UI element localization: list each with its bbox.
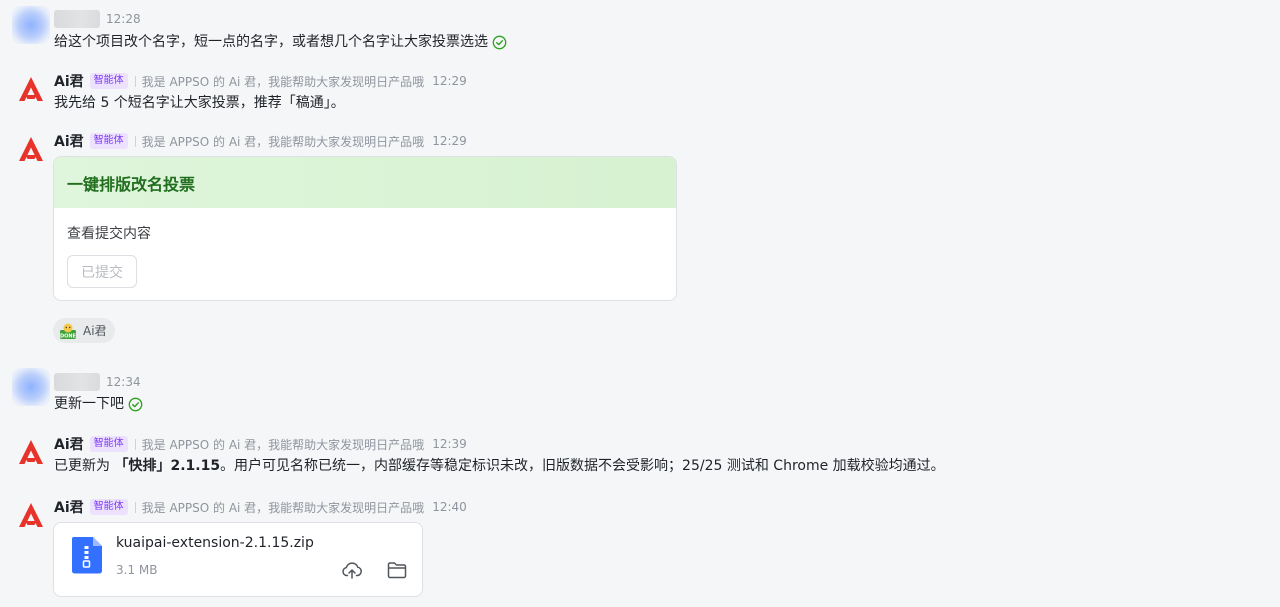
bot-description: 我是 APPSO 的 Ai 君，我能帮助大家发现明日产品哦 xyxy=(141,134,425,149)
bot-badge: 智能体 xyxy=(89,133,128,149)
timestamp: 12:34 xyxy=(106,375,141,389)
message-text: 我先给 5 个短名字让大家投票，推荐「稿通」。 xyxy=(54,95,345,111)
done-emoji-icon: DONE xyxy=(60,323,77,339)
user-name-redacted[interactable] xyxy=(54,373,100,391)
message-text-highlight: 「快排」2.1.15 xyxy=(114,458,221,474)
divider xyxy=(134,501,136,513)
user-avatar[interactable] xyxy=(12,368,50,406)
bot-badge: 智能体 xyxy=(89,73,128,89)
bot-name[interactable]: Ai君 xyxy=(54,497,84,517)
check-circle-icon xyxy=(128,397,143,411)
file-name[interactable]: kuaipai-extension-2.1.15.zip xyxy=(116,535,314,551)
appso-logo-icon[interactable] xyxy=(16,74,46,104)
message-text-prefix: 已更新为 xyxy=(54,458,115,474)
bot-badge: 智能体 xyxy=(89,499,128,515)
folder-icon[interactable] xyxy=(386,559,408,581)
user-name-redacted[interactable] xyxy=(54,10,100,28)
bot-badge: 智能体 xyxy=(89,436,128,452)
message-text-row: 我先给 5 个短名字让大家投票，推荐「稿通」。 xyxy=(54,93,345,113)
reaction-chip[interactable]: DONE Ai君 xyxy=(53,318,115,343)
message-text-row: 更新一下吧 xyxy=(54,394,143,414)
timestamp: 12:40 xyxy=(432,500,467,514)
message-header: Ai君 智能体 我是 APPSO 的 Ai 君，我能帮助大家发现明日产品哦 12… xyxy=(54,132,467,150)
appso-logo-icon[interactable] xyxy=(16,134,46,164)
timestamp: 12:29 xyxy=(432,74,467,88)
bot-description: 我是 APPSO 的 Ai 君，我能帮助大家发现明日产品哦 xyxy=(141,74,425,89)
message-header: Ai君 智能体 我是 APPSO 的 Ai 君，我能帮助大家发现明日产品哦 12… xyxy=(54,498,467,516)
check-circle-icon xyxy=(492,35,507,49)
bot-name[interactable]: Ai君 xyxy=(54,434,84,454)
timestamp: 12:28 xyxy=(106,12,141,26)
message-header: Ai君 智能体 我是 APPSO 的 Ai 君，我能帮助大家发现明日产品哦 12… xyxy=(54,435,467,453)
file-attachment[interactable]: kuaipai-extension-2.1.15.zip 3.1 MB xyxy=(53,522,423,597)
reaction-user: Ai君 xyxy=(83,324,107,338)
divider xyxy=(134,135,136,147)
divider xyxy=(134,438,136,450)
message-text: 给这个项目改个名字，短一点的名字，或者想几个名字让大家投票选选 xyxy=(54,34,488,50)
message-text-suffix: 。用户可见名称已统一，内部缓存等稳定标识未改，旧版数据不会受影响；25/25 测… xyxy=(220,458,945,474)
bot-description: 我是 APPSO 的 Ai 君，我能帮助大家发现明日产品哦 xyxy=(141,500,425,515)
cloud-upload-icon[interactable] xyxy=(341,559,363,581)
bot-name[interactable]: Ai君 xyxy=(54,71,84,91)
timestamp: 12:29 xyxy=(432,134,467,148)
timestamp: 12:39 xyxy=(432,437,467,451)
message-text: 更新一下吧 xyxy=(54,396,124,412)
submitted-button[interactable]: 已提交 xyxy=(67,255,137,288)
svg-text:DONE: DONE xyxy=(60,333,77,339)
divider xyxy=(134,75,136,87)
zip-file-icon xyxy=(71,537,102,574)
message-text-row: 已更新为 「快排」2.1.15 。用户可见名称已统一，内部缓存等稳定标识未改，旧… xyxy=(54,456,945,476)
message-header: Ai君 智能体 我是 APPSO 的 Ai 君，我能帮助大家发现明日产品哦 12… xyxy=(54,72,467,90)
message-header: 12:28 xyxy=(54,10,141,28)
user-avatar[interactable] xyxy=(12,6,50,44)
message-text-row: 给这个项目改个名字，短一点的名字，或者想几个名字让大家投票选选 xyxy=(54,32,507,52)
message-header: 12:34 xyxy=(54,373,141,391)
card-title: 一键排版改名投票 xyxy=(54,157,676,208)
vote-card: 一键排版改名投票 查看提交内容 已提交 xyxy=(53,156,677,301)
bot-name[interactable]: Ai君 xyxy=(54,131,84,151)
appso-logo-icon[interactable] xyxy=(16,437,46,467)
appso-logo-icon[interactable] xyxy=(16,500,46,530)
card-label: 查看提交内容 xyxy=(67,226,151,242)
bot-description: 我是 APPSO 的 Ai 君，我能帮助大家发现明日产品哦 xyxy=(141,437,425,452)
file-size: 3.1 MB xyxy=(116,563,158,577)
